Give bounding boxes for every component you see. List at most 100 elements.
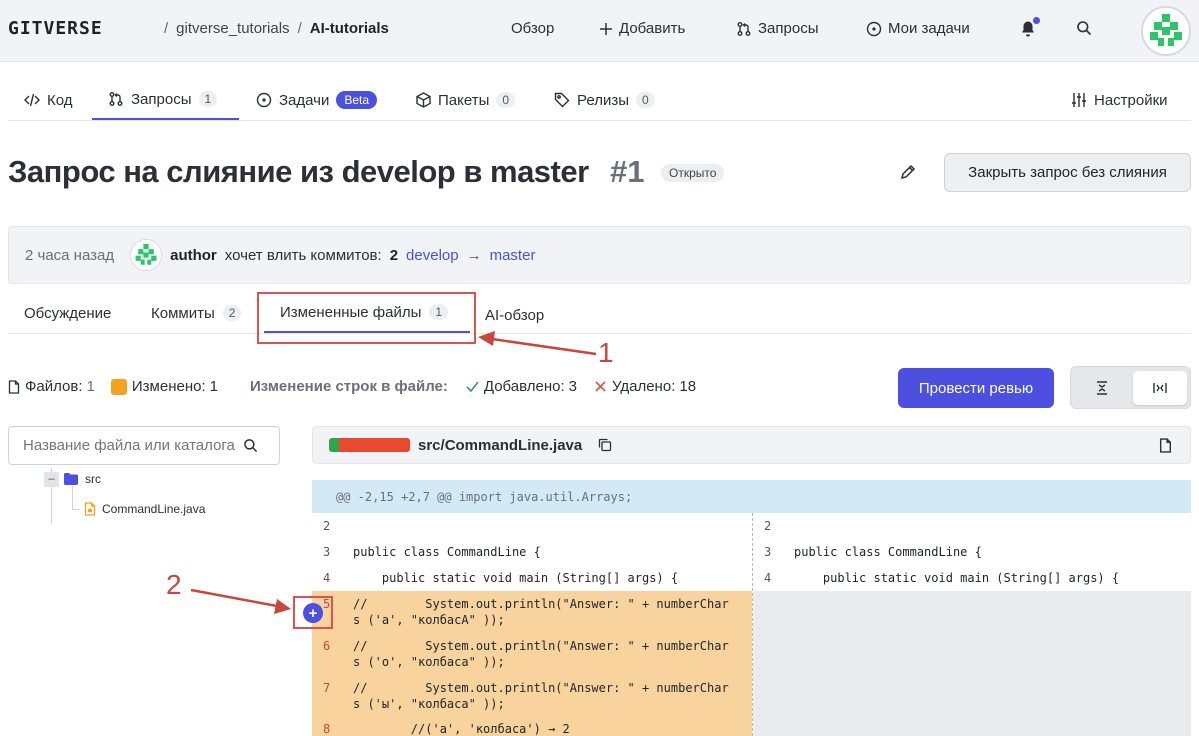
tab-commits-label: Коммиты bbox=[151, 304, 215, 322]
source-branch-link[interactable]: develop bbox=[406, 247, 459, 264]
tab-ai-review-label: AI-обзор bbox=[485, 306, 545, 324]
repo-tabs: Код Запросы 1 Задачи Beta Пакеты 0 Релиз… bbox=[8, 80, 1191, 121]
code-line: public class CommandLine { bbox=[794, 545, 982, 559]
file-header: src/CommandLine.java bbox=[312, 426, 1191, 464]
settings-sliders-icon bbox=[1071, 92, 1087, 108]
diff-row: 2 bbox=[753, 513, 1191, 539]
split-view-button[interactable] bbox=[1133, 371, 1187, 405]
file-icon bbox=[8, 379, 20, 394]
nav-my-tasks[interactable]: Мои задачи bbox=[866, 20, 970, 37]
commit-count: 2 bbox=[389, 246, 399, 264]
added-value: 3 bbox=[568, 378, 578, 395]
nav-requests[interactable]: Запросы bbox=[736, 20, 819, 37]
diff-row: 3 public class CommandLine { bbox=[753, 539, 1191, 565]
code-line: public static void main (String[] args) … bbox=[794, 571, 1120, 585]
line-number: 8 bbox=[323, 722, 331, 736]
diff-row: 3 public class CommandLine { bbox=[312, 539, 752, 565]
pr-tabs: Обсуждение Коммиты 2 Измененные файлы 1 … bbox=[8, 293, 1191, 334]
code-icon bbox=[24, 93, 40, 107]
packages-count-badge: 0 bbox=[496, 92, 516, 108]
line-number: 3 bbox=[323, 545, 331, 559]
requests-count-badge: 1 bbox=[198, 91, 218, 107]
files-value: 1 bbox=[86, 378, 95, 395]
added-label: Добавлено: bbox=[483, 378, 565, 395]
author-avatar[interactable] bbox=[130, 239, 163, 271]
tab-settings[interactable]: Настройки bbox=[1071, 80, 1168, 120]
diff-ratio-removed bbox=[339, 438, 410, 452]
code-line: // System.out.println("Answer: " + numbe… bbox=[353, 597, 729, 627]
file-search-input[interactable] bbox=[23, 437, 245, 454]
close-without-merge-button[interactable]: Закрыть запрос без слияния bbox=[944, 153, 1191, 192]
tab-releases[interactable]: Релизы 0 bbox=[554, 80, 655, 120]
diff-row: 2 bbox=[312, 513, 752, 539]
review-button[interactable]: Провести ревью bbox=[898, 368, 1054, 408]
tab-discussion[interactable]: Обсуждение bbox=[24, 293, 111, 333]
removed-label: Удалено: bbox=[612, 378, 676, 395]
folder-name: src bbox=[85, 472, 101, 486]
tab-code[interactable]: Код bbox=[24, 80, 73, 120]
file-search[interactable] bbox=[8, 426, 280, 465]
unified-view-button[interactable] bbox=[1075, 371, 1129, 405]
add-comment-button[interactable]: + bbox=[303, 603, 323, 623]
author-name[interactable]: author bbox=[170, 247, 217, 264]
diff-row-deleted: 8 //('a', 'колбаса') → 2 bbox=[312, 717, 752, 736]
changed-square-icon bbox=[110, 378, 127, 395]
arrow-right-icon: → bbox=[466, 246, 482, 264]
search-icon[interactable] bbox=[1076, 20, 1092, 36]
pr-time: 2 часа назад bbox=[25, 246, 115, 264]
tab-tasks[interactable]: Задачи Beta bbox=[256, 80, 378, 120]
target-branch-link[interactable]: master bbox=[490, 247, 536, 264]
tab-requests[interactable]: Запросы 1 bbox=[92, 80, 239, 120]
code-line: public static void main (String[] args) … bbox=[353, 571, 679, 585]
tab-settings-label: Настройки bbox=[1094, 91, 1168, 109]
tree-file-commandline[interactable]: CommandLine.java bbox=[84, 502, 205, 516]
releases-count-badge: 0 bbox=[635, 92, 655, 108]
view-file-icon[interactable] bbox=[1159, 437, 1172, 453]
file-name-label: CommandLine.java bbox=[102, 502, 206, 516]
breadcrumb-separator: / bbox=[164, 20, 169, 37]
notification-dot bbox=[1033, 17, 1040, 24]
nav-overview[interactable]: Обзор bbox=[511, 20, 554, 37]
breadcrumb-owner[interactable]: gitverse_tutorials bbox=[176, 20, 289, 37]
file-changed-icon bbox=[84, 502, 96, 516]
diff-hunk-header: @@ -2,15 +2,7 @@ import java.util.Arrays… bbox=[312, 480, 1191, 513]
issue-icon bbox=[866, 21, 882, 37]
code-line: // System.out.println("Answer: " + numbe… bbox=[353, 681, 729, 711]
annotation-label-1: 1 bbox=[598, 337, 614, 368]
tab-packages[interactable]: Пакеты 0 bbox=[416, 80, 516, 120]
gitverse-logo[interactable]: GITVERSE bbox=[8, 18, 103, 39]
nav-add[interactable]: Добавить bbox=[599, 20, 685, 37]
unified-view-icon bbox=[1095, 381, 1109, 395]
line-number: 2 bbox=[764, 519, 772, 533]
plus-icon bbox=[599, 22, 613, 36]
line-changes-label: Изменение строк в файле: bbox=[249, 378, 448, 395]
breadcrumb-repo[interactable]: AI-tutorials bbox=[310, 20, 389, 37]
commits-count-badge: 2 bbox=[222, 305, 242, 321]
code-line: // System.out.println("Answer: " + numbe… bbox=[353, 639, 729, 669]
line-number: 4 bbox=[323, 571, 331, 585]
user-avatar[interactable] bbox=[1141, 6, 1191, 56]
folder-icon bbox=[64, 473, 78, 485]
pencil-icon[interactable] bbox=[900, 164, 916, 180]
changed-value: 1 bbox=[209, 378, 218, 395]
tab-ai-review[interactable]: AI-обзор bbox=[485, 295, 544, 335]
changed-label: Изменено: bbox=[131, 378, 206, 395]
collapse-toggle[interactable]: – bbox=[44, 472, 59, 487]
code-line: //('a', 'колбаса') → 2 bbox=[353, 722, 570, 736]
line-number: 7 bbox=[323, 681, 331, 695]
check-icon bbox=[466, 381, 479, 392]
diff-row: 4 public static void main (String[] args… bbox=[312, 565, 752, 591]
diff-row: 4 public static void main (String[] args… bbox=[753, 565, 1191, 591]
diff-empty-area bbox=[753, 591, 1191, 736]
nav-requests-label: Запросы bbox=[758, 20, 819, 37]
search-icon[interactable] bbox=[243, 438, 258, 453]
tree-folder-src[interactable]: src bbox=[64, 472, 101, 486]
tab-commits[interactable]: Коммиты 2 bbox=[151, 293, 242, 333]
diff-row-deleted: 7 // System.out.println("Answer: " + num… bbox=[312, 675, 752, 717]
annotation-highlight-box bbox=[257, 292, 476, 344]
tab-releases-label: Релизы bbox=[577, 91, 629, 109]
tab-tasks-label: Задачи bbox=[279, 91, 330, 109]
merge-description: хочет влить коммитов: bbox=[224, 246, 382, 264]
copy-icon[interactable] bbox=[598, 438, 612, 452]
diff-right-column: 2 3 public class CommandLine { 4 public … bbox=[752, 513, 1191, 736]
